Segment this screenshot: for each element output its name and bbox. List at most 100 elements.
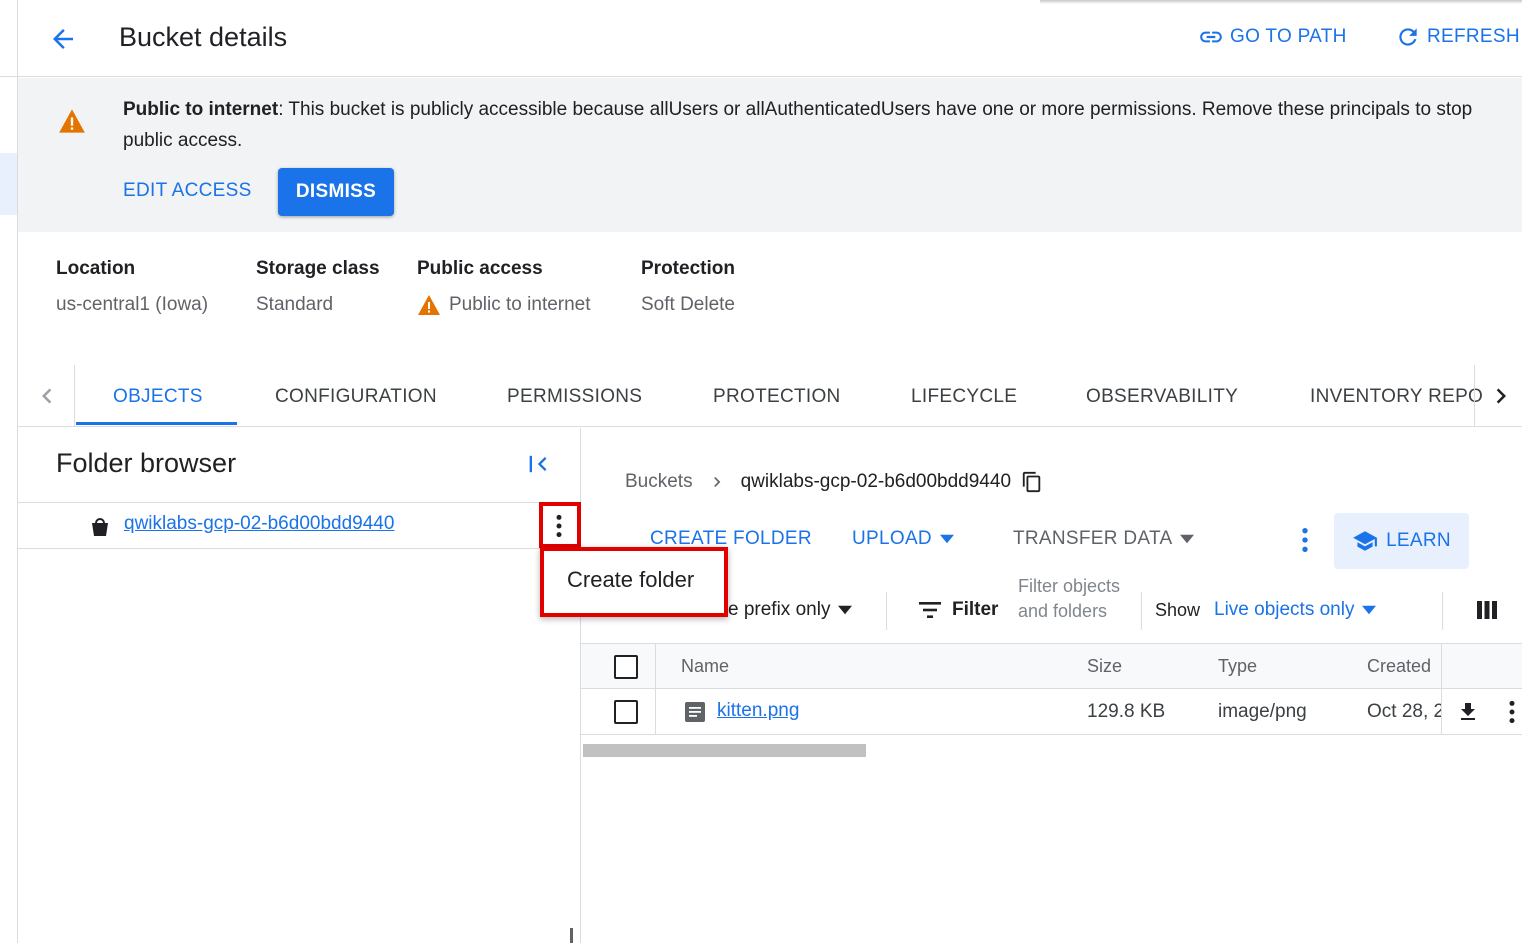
refresh-icon [1399, 28, 1417, 46]
column-header-created[interactable]: Created [1367, 656, 1431, 677]
property-label: Protection [641, 258, 735, 279]
banner-message: Public to internet: This bucket is publi… [123, 94, 1503, 156]
dismiss-button[interactable]: DISMISS [278, 168, 394, 216]
rail-divider [0, 76, 18, 77]
tab-divider [1474, 365, 1475, 427]
folder-browser-panel: Folder browser qwiklabs-gcp-02-b6d00bdd9… [18, 428, 581, 943]
file-icon [685, 702, 705, 722]
arrow-back-icon[interactable] [48, 24, 78, 54]
folder-browser-title: Folder browser [56, 448, 237, 478]
link-icon [1200, 31, 1222, 43]
upload-label: UPLOAD [852, 528, 932, 549]
breadcrumb-buckets-link[interactable]: Buckets [625, 471, 693, 493]
banner-body-text: : This bucket is publicly accessible bec… [123, 99, 1473, 151]
folder-tree-item[interactable]: qwiklabs-gcp-02-b6d00bdd9440 [18, 502, 581, 549]
learn-button[interactable]: LEARN [1334, 513, 1469, 569]
property-label: Location [56, 258, 136, 279]
refresh-label: REFRESH [1427, 26, 1520, 47]
property-value: Soft Delete [641, 294, 735, 315]
refresh-button[interactable]: REFRESH [1395, 24, 1520, 50]
tab-permissions[interactable]: PERMISSIONS [507, 386, 642, 408]
tab-lifecycle[interactable]: LIFECYCLE [911, 386, 1017, 408]
show-objects-value: Live objects only [1214, 599, 1355, 620]
column-display-icon[interactable] [1476, 600, 1498, 620]
tab-objects[interactable]: OBJECTS [113, 386, 203, 408]
caret-down-icon [838, 605, 853, 615]
context-menu: Create folder [540, 547, 728, 617]
more-vert-icon[interactable] [554, 513, 564, 539]
go-to-path-button[interactable]: GO TO PATH [1198, 24, 1347, 50]
column-header-size[interactable]: Size [1087, 656, 1122, 677]
breadcrumb-current: qwiklabs-gcp-02-b6d00bdd9440 [740, 471, 1012, 492]
resize-handle[interactable] [570, 928, 573, 943]
warning-icon [59, 109, 85, 133]
select-all-checkbox[interactable] [614, 655, 638, 679]
transfer-data-label: TRANSFER DATA [1013, 528, 1173, 549]
bucket-details-page: Bucket details GO TO PATH REFRESH Public… [0, 0, 1522, 943]
property-location: Location us-central1 (Iowa) [56, 258, 208, 316]
column-divider [655, 643, 656, 735]
banner-bold-text: Public to internet [123, 99, 279, 120]
highlight-box [540, 547, 728, 617]
table-row[interactable]: kitten.png 129.8 KB image/png Oct 28, 2 [581, 689, 1522, 735]
page-title: Bucket details [119, 22, 288, 52]
column-divider [1441, 643, 1442, 735]
prefix-filter-label: e prefix only [728, 599, 831, 620]
property-value: Standard [256, 294, 334, 315]
filter-label: Filter [952, 599, 999, 620]
chevron-right-icon [713, 477, 720, 487]
filter-input[interactable]: Filter objects and folders [1018, 574, 1130, 624]
transfer-data-button[interactable]: TRANSFER DATA [1013, 528, 1195, 550]
go-to-path-label: GO TO PATH [1230, 26, 1347, 47]
page-header: Bucket details GO TO PATH REFRESH [18, 0, 1522, 77]
collapse-panel-icon[interactable] [525, 450, 553, 478]
chevron-right-icon[interactable] [1486, 381, 1516, 411]
property-public-access: Public access Public to internet [417, 258, 591, 316]
object-type: image/png [1218, 701, 1307, 722]
tab-bar: OBJECTS CONFIGURATION PERMISSIONS PROTEC… [18, 365, 1522, 427]
prefix-filter-dropdown[interactable]: e prefix only [728, 599, 853, 621]
left-nav-rail [0, 0, 18, 943]
more-vert-icon[interactable] [1507, 699, 1517, 725]
upload-button[interactable]: UPLOAD [852, 528, 954, 550]
breadcrumb: Buckets qwiklabs-gcp-02-b6d00bdd9440 [625, 470, 1043, 494]
filter-button[interactable]: Filter [918, 599, 998, 621]
property-storage-class: Storage class Standard [256, 258, 380, 316]
object-size: 129.8 KB [1087, 701, 1166, 722]
chevron-left-icon[interactable] [32, 381, 62, 411]
show-objects-dropdown[interactable]: Live objects only [1214, 599, 1377, 621]
property-label: Storage class [256, 258, 380, 279]
object-created: Oct 28, 2 [1367, 701, 1441, 722]
filter-list-icon [919, 602, 941, 618]
object-name-link[interactable]: kitten.png [717, 700, 799, 722]
learn-label: LEARN [1386, 530, 1451, 551]
property-protection: Protection Soft Delete [641, 258, 735, 316]
tab-protection[interactable]: PROTECTION [713, 386, 841, 408]
caret-down-icon [1362, 605, 1377, 615]
more-vert-icon[interactable] [1300, 526, 1310, 554]
edit-access-button[interactable]: EDIT ACCESS [123, 180, 252, 202]
tab-configuration[interactable]: CONFIGURATION [275, 386, 437, 408]
tab-divider [74, 365, 75, 427]
column-header-type[interactable]: Type [1218, 656, 1257, 677]
row-checkbox[interactable] [614, 700, 638, 724]
rail-active-item[interactable] [0, 153, 17, 215]
show-label: Show [1155, 600, 1201, 620]
horizontal-scrollbar[interactable] [583, 744, 866, 757]
copy-icon[interactable] [1021, 470, 1043, 494]
caret-down-icon [939, 534, 954, 544]
tab-observability[interactable]: OBSERVABILITY [1086, 386, 1238, 408]
caret-down-icon [1180, 534, 1195, 544]
warning-icon [418, 295, 440, 315]
property-value: us-central1 (Iowa) [56, 294, 209, 315]
column-header-name[interactable]: Name [681, 656, 729, 677]
active-tab-indicator [76, 422, 237, 425]
property-value: Public to internet [449, 294, 591, 315]
tab-inventory-reports[interactable]: INVENTORY REPO [1310, 386, 1483, 408]
school-icon [1353, 531, 1377, 551]
property-label: Public access [417, 258, 543, 279]
public-access-banner: Public to internet: This bucket is publi… [18, 78, 1522, 232]
download-icon[interactable] [1456, 699, 1480, 725]
bucket-link[interactable]: qwiklabs-gcp-02-b6d00bdd9440 [124, 513, 394, 535]
bucket-icon [92, 518, 108, 536]
